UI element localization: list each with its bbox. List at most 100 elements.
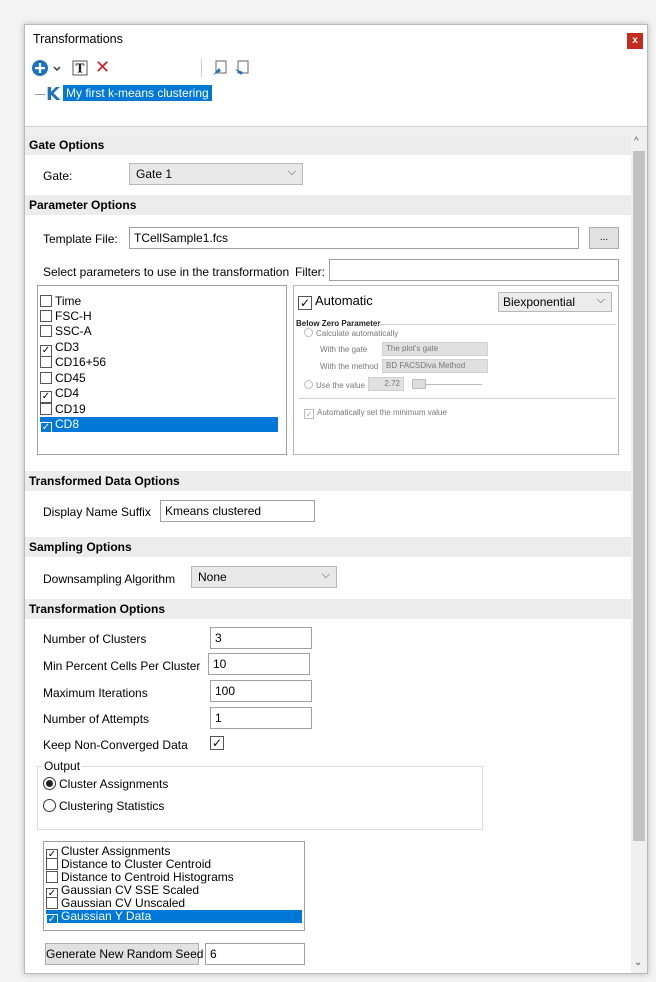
scroll-down-icon[interactable]: ⌄ [634,957,642,968]
kmeans-icon: K [46,84,60,105]
transformation-options-header: Transformation Options [25,599,631,619]
gate-combo-value: Gate 1 [136,167,173,181]
gate-options-header: Gate Options [25,135,631,155]
parameter-list: Time FSC-H SSC-A ✓ CD3 CD16+56 CD45 ✓ CD4 … [37,285,287,455]
list-item[interactable]: CD16+56 [40,355,278,370]
outputs-list: ✓ Cluster Assignments Distance to Cluster… [43,841,305,931]
scale-combo-value: Biexponential [503,295,576,309]
close-button[interactable]: x [627,33,643,49]
output-label: Output [42,759,83,773]
checkbox-icon[interactable]: ✓ [46,914,58,926]
downsampling-combo-value: None [198,570,227,584]
list-item[interactable]: Time [40,294,278,309]
num-attempts-label: Number of Attempts [43,712,150,726]
checkbox-icon[interactable]: ✓ [298,296,312,310]
list-item[interactable]: ✓ CD3 [40,340,278,357]
checkbox-icon[interactable] [40,403,52,415]
list-item[interactable]: FSC-H [40,309,278,324]
suffix-field[interactable]: Kmeans clustered [160,500,315,522]
tree-connector [35,94,45,95]
max-iterations-label: Maximum Iterations [43,686,148,700]
list-item[interactable]: CD19 [40,402,278,417]
chevron-down-icon: ⌵ [321,569,330,581]
chevron-down-icon: ⌵ [596,294,605,306]
checkbox-icon[interactable] [40,310,52,322]
num-clusters-label: Number of Clusters [43,632,147,646]
min-percent-field[interactable]: 10 [208,653,310,675]
cluster-assignments-radio[interactable]: Cluster Assignments [43,777,168,791]
select-parameters-label: Select parameters to use in the transfor… [43,265,290,279]
divider [298,398,616,399]
radio-icon[interactable] [304,328,313,337]
radio-icon[interactable] [304,380,313,389]
automatic-checkbox[interactable]: ✓ Automatic [298,293,373,310]
checkbox-icon[interactable]: ✓ [40,422,52,434]
list-item[interactable]: ✓ Gaussian Y Data [46,910,302,926]
svg-text:T: T [76,62,85,76]
template-file-label: Template File: [43,232,118,246]
use-value-radio[interactable]: Use the value [304,380,365,390]
scroll-thumb[interactable] [633,151,645,841]
slider-thumb[interactable] [412,379,426,389]
parameter-transform-box: ✓ Automatic Biexponential ⌵ Below Zero Pa… [293,285,619,455]
checkbox-icon[interactable] [40,356,52,368]
toolbar-separator [201,59,202,77]
seed-field[interactable]: 6 [205,943,305,965]
min-percent-label: Min Percent Cells Per Cluster [43,659,201,673]
sampling-options-header: Sampling Options [25,537,631,557]
dropdown-chevron-icon[interactable] [52,59,62,77]
checkbox-icon[interactable]: ✓ [304,409,314,419]
with-method-label: With the method [320,362,379,371]
output-groupbox: Output [37,759,483,830]
filter-input[interactable] [329,259,619,281]
list-item[interactable]: SSC-A [40,324,278,339]
clustering-statistics-radio[interactable]: Clustering Statistics [43,799,164,813]
num-clusters-field[interactable]: 3 [210,627,312,649]
list-item[interactable]: CD45 [40,371,278,386]
calc-auto-radio[interactable]: Calculate automatically [304,328,398,338]
downsampling-combo[interactable]: None ⌵ [191,566,337,588]
template-file-field[interactable]: TCellSample1.fcs [129,227,579,249]
method-combo[interactable]: BD FACSDiva Method [382,359,488,373]
tree-item-kmeans[interactable]: My first k-means clustering [63,85,212,101]
chevron-down-icon: ⌵ [287,166,296,178]
auto-min-checkbox[interactable]: ✓ Automatically set the minimum value [304,408,447,419]
delete-icon[interactable]: ✕ [95,57,110,77]
max-iterations-field[interactable]: 100 [210,680,312,702]
checkbox-icon[interactable] [40,325,52,337]
gate-combo[interactable]: Gate 1 ⌵ [129,163,303,185]
keep-non-converged-checkbox[interactable]: ✓ [210,736,224,750]
checkbox-icon[interactable] [46,858,58,870]
transformation-tree: K My first k-means clustering [25,81,647,127]
list-item[interactable]: ✓ CD4 [40,386,278,403]
title-bar: Transformations x [25,25,647,55]
gate-method-combo[interactable]: The plot's gate [382,342,488,356]
radio-icon[interactable] [43,799,56,812]
checkbox-icon[interactable] [40,372,52,384]
num-attempts-field[interactable]: 1 [210,707,312,729]
move-up-icon[interactable] [211,59,229,77]
scale-combo[interactable]: Biexponential ⌵ [498,292,612,312]
downsampling-label: Downsampling Algorithm [43,572,176,586]
scroll-up-icon[interactable]: ^ [634,136,639,147]
move-down-icon[interactable] [233,59,251,77]
with-gate-label: With the gate [320,345,368,354]
vertical-scrollbar[interactable]: ^ ⌄ [631,135,647,973]
list-item[interactable]: ✓ CD8 [40,417,278,434]
transformed-data-options-header: Transformed Data Options [25,471,631,491]
checkbox-icon[interactable] [46,897,58,909]
below-zero-label: Below Zero Parameter [296,319,381,328]
text-icon[interactable]: T [71,59,89,77]
generate-seed-button[interactable]: Generate New Random Seed [45,943,203,965]
add-icon[interactable] [31,59,49,77]
window-title: Transformations [33,32,123,46]
checkbox-icon[interactable] [40,295,52,307]
browse-button[interactable]: ... [589,227,619,249]
parameter-options-header: Parameter Options [25,195,631,215]
checkbox-icon[interactable] [46,871,58,883]
options-panel: Gate Options Gate: Gate 1 ⌵ Parameter Op… [25,135,631,973]
use-value-field[interactable]: 2.72 [368,377,404,391]
radio-icon[interactable] [43,777,56,790]
filter-label: Filter: [295,265,325,279]
value-slider[interactable] [426,384,482,385]
